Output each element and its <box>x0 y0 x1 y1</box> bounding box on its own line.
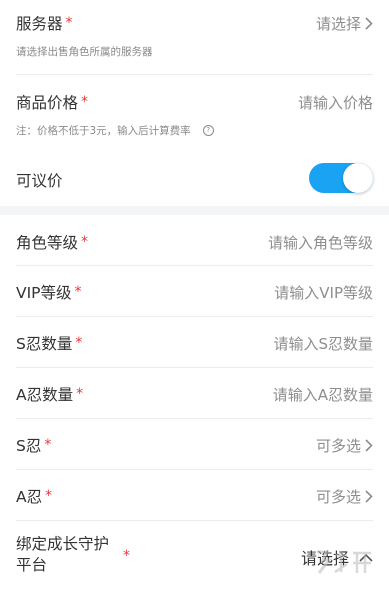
required-mark: * <box>123 548 130 564</box>
role-level-input[interactable]: 请输入角色等级 <box>268 232 373 253</box>
role-level-row[interactable]: 角色等级 * 请输入角色等级 <box>16 215 373 266</box>
s-ninja-count-label: S忍数量 * <box>16 332 82 354</box>
price-hint-text: 注：价格不低于3元，输入后计算费率 <box>16 125 191 137</box>
server-select[interactable]: 请选择 <box>316 13 373 34</box>
negotiable-label: 可议价 <box>16 172 63 190</box>
bind-platform-label-line1: 绑定成长守护 <box>16 535 110 553</box>
server-hint: 请选择出售角色所属的服务器 <box>16 46 153 58</box>
bind-platform-select[interactable]: 请选择 <box>301 545 373 569</box>
required-mark: * <box>44 437 52 453</box>
toggle-knob <box>343 163 373 193</box>
a-ninja-count-input[interactable]: 请输入A忍数量 <box>273 384 373 405</box>
required-mark: * <box>76 386 84 402</box>
s-ninja-row[interactable]: S忍 * 可多选 <box>16 419 373 470</box>
negotiable-row: 可议价 <box>16 154 373 206</box>
question-icon[interactable]: ? <box>202 125 214 136</box>
s-ninja-select[interactable]: 可多选 <box>316 435 373 456</box>
price-label: 商品价格 * <box>16 91 88 113</box>
role-level-label: 角色等级 * <box>16 231 88 253</box>
s-ninja-label-text: S忍 <box>16 437 42 455</box>
form-section-top: 服务器 * 请选择 请选择出售角色所属的服务器 商品价格 * 请输入价格 注：价格不… <box>0 0 389 206</box>
role-level-label-text: 角色等级 <box>16 234 79 252</box>
a-ninja-count-label: A忍数量 * <box>16 383 83 405</box>
a-ninja-select[interactable]: 可多选 <box>316 486 373 507</box>
required-mark: * <box>74 284 82 300</box>
required-mark: * <box>65 15 73 31</box>
bind-platform-select-text: 请选择 <box>300 549 349 568</box>
price-input[interactable]: 请输入价格 <box>298 92 373 113</box>
chevron-up-icon <box>359 553 373 562</box>
chevron-right-icon <box>365 17 373 30</box>
required-mark: * <box>75 335 83 351</box>
required-mark: * <box>81 234 89 250</box>
vip-level-input[interactable]: 请输入VIP等级 <box>274 282 373 303</box>
vip-level-row[interactable]: VIP等级 * 请输入VIP等级 <box>16 266 373 317</box>
a-ninja-count-row[interactable]: A忍数量 * 请输入A忍数量 <box>16 368 373 419</box>
server-label-text: 服务器 <box>16 15 63 33</box>
a-ninja-count-label-text: A忍数量 <box>16 386 74 404</box>
a-ninja-select-text: 可多选 <box>315 488 361 506</box>
server-row[interactable]: 服务器 * 请选择 请选择出售角色所属的服务器 <box>16 0 373 75</box>
bind-platform-label: 绑定成长守护 平台 <box>16 534 109 576</box>
negotiable-toggle[interactable] <box>309 163 373 193</box>
server-label: 服务器 * <box>16 12 73 34</box>
price-label-text: 商品价格 <box>16 94 79 112</box>
required-mark: * <box>81 94 89 110</box>
server-select-text: 请选择 <box>315 15 361 33</box>
s-ninja-label: S忍 * <box>16 434 51 456</box>
required-mark: * <box>45 488 53 504</box>
s-ninja-select-text: 可多选 <box>315 437 361 455</box>
a-ninja-row[interactable]: A忍 * 可多选 <box>16 470 373 521</box>
form-section-details: 角色等级 * 请输入角色等级 VIP等级 * 请输入VIP等级 S忍数量 * 请输入S… <box>0 215 389 592</box>
bind-platform-row[interactable]: 绑定成长守护 平台 * 请选择 <box>16 521 373 592</box>
vip-level-label: VIP等级 * <box>16 281 82 303</box>
s-ninja-count-row[interactable]: S忍数量 * 请输入S忍数量 <box>16 317 373 368</box>
chevron-right-icon <box>365 439 373 452</box>
a-ninja-label: A忍 * <box>16 485 52 507</box>
price-hint: 注：价格不低于3元，输入后计算费率? <box>16 123 214 138</box>
a-ninja-label-text: A忍 <box>16 488 43 506</box>
price-row[interactable]: 商品价格 * 请输入价格 注：价格不低于3元，输入后计算费率? <box>16 75 373 154</box>
s-ninja-count-label-text: S忍数量 <box>16 335 73 353</box>
section-divider <box>0 206 389 215</box>
vip-level-label-text: VIP等级 <box>16 284 72 302</box>
bind-platform-label-line2: 平台 <box>16 556 48 574</box>
s-ninja-count-input[interactable]: 请输入S忍数量 <box>273 333 373 354</box>
chevron-right-icon <box>365 490 373 503</box>
